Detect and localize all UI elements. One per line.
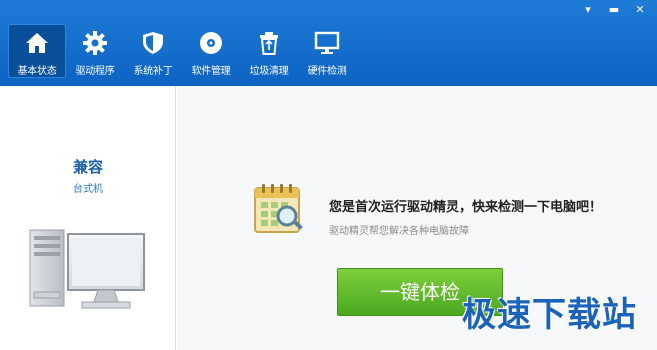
nav-item-basic-status[interactable]: 基本状态 <box>8 24 66 78</box>
nav-label: 系统补丁 <box>133 66 173 77</box>
desktop-computer-icon <box>29 229 145 309</box>
device-type-label: 台式机 <box>73 184 103 195</box>
trash-icon <box>260 32 278 55</box>
nav-label: 驱动程序 <box>75 66 115 77</box>
minimize-button[interactable]: ▬ <box>603 2 625 18</box>
menu-dropdown-icon[interactable]: ▾ <box>577 2 599 18</box>
compatibility-title: 兼容 <box>72 158 103 176</box>
nav-item-hardware-check[interactable]: 硬件检测 <box>298 24 356 78</box>
monitor-icon <box>314 31 340 54</box>
nav-label: 基本状态 <box>17 66 57 77</box>
nav-label: 硬件检测 <box>307 66 347 77</box>
nav-item-software-manage[interactable]: 软件管理 <box>182 24 240 78</box>
disc-icon <box>200 32 222 54</box>
first-run-headline: 您是首次运行驱动精灵，快来检测一下电脑吧！ <box>329 200 603 215</box>
first-run-subline: 驱动精灵帮您解决各种电脑故障 <box>329 226 469 237</box>
main-nav: 基本状态 驱动程序 系统补丁 软件管理 垃圾清理 硬件检测 <box>8 24 356 78</box>
nav-label: 软件管理 <box>191 66 231 77</box>
calendar-check-icon <box>254 184 303 233</box>
close-button[interactable]: ✕ <box>629 2 651 18</box>
top-toolbar: ▾ ▬ ✕ 基本状态 驱动程序 系统补丁 软件管理 垃圾清理 硬件检测 <box>0 0 657 86</box>
site-watermark: 极速下载站 <box>462 295 637 335</box>
window-controls: ▾ ▬ ✕ <box>577 2 651 18</box>
device-panel: 兼容 台式机 <box>0 86 176 350</box>
gear-icon <box>83 31 107 55</box>
nav-item-drivers[interactable]: 驱动程序 <box>66 24 124 78</box>
nav-label: 垃圾清理 <box>249 66 289 77</box>
nav-item-junk-clean[interactable]: 垃圾清理 <box>240 24 298 78</box>
shield-icon <box>143 32 163 54</box>
home-icon <box>26 33 48 53</box>
nav-item-system-patch[interactable]: 系统补丁 <box>124 24 182 78</box>
